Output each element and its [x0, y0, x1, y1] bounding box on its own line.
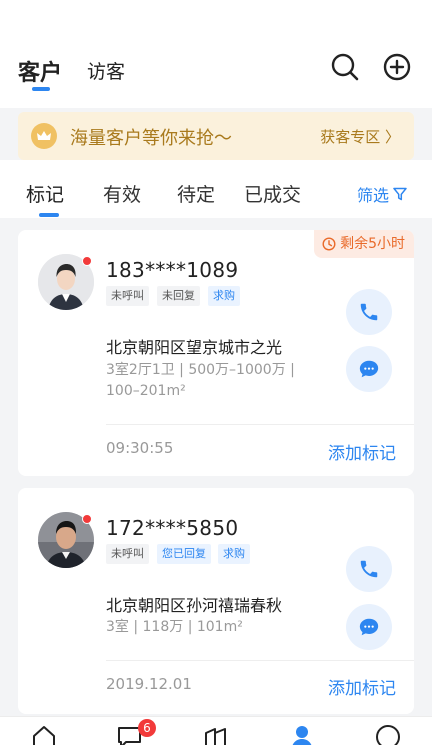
- tag-not-called: 未呼叫: [106, 544, 149, 564]
- property-meta: 3室 | 118万 | 101m²: [106, 619, 243, 635]
- customer-card[interactable]: 172****5850 未呼叫 您已回复 求购 北京朝阳区孙河禧瑞春秋 3室 |…: [18, 488, 414, 714]
- tag-not-replied: 未回复: [157, 286, 200, 306]
- add-circle-icon[interactable]: [382, 52, 412, 82]
- profile-icon[interactable]: [374, 723, 402, 745]
- banner-link[interactable]: 获客专区 〉: [320, 126, 400, 147]
- customer-phone: 183****1089: [106, 258, 239, 282]
- chat-bubble-icon: [359, 360, 379, 378]
- crown-icon: [31, 123, 57, 149]
- active-tab-indicator: [32, 87, 50, 91]
- promo-banner[interactable]: 海量客户等你来抢～ 获客专区 〉: [18, 112, 414, 160]
- funnel-icon: [393, 187, 407, 201]
- add-mark-button[interactable]: 添加标记: [328, 439, 396, 464]
- add-mark-button[interactable]: 添加标记: [328, 674, 396, 699]
- chat-button[interactable]: [346, 346, 392, 392]
- property-meta-area: 100–201m²: [106, 383, 186, 399]
- customer-phone: 172****5850: [106, 516, 239, 540]
- unread-count-badge: 6: [138, 719, 156, 737]
- timestamp: 09:30:55: [106, 439, 174, 457]
- app-header: 客户 访客: [0, 0, 432, 108]
- tag-not-called: 未呼叫: [106, 286, 149, 306]
- call-button[interactable]: [346, 546, 392, 592]
- banner-text: 海量客户等你来抢～: [70, 128, 232, 149]
- phone-icon: [360, 303, 378, 321]
- tab-visitors[interactable]: 访客: [87, 57, 125, 84]
- tab-customers[interactable]: 客户: [18, 55, 62, 87]
- building-icon[interactable]: [202, 723, 230, 745]
- bottom-tab-bar: 6: [0, 716, 432, 745]
- filter-bar: 标记 有效 待定 已成交 筛选: [0, 160, 432, 218]
- filter-tab-marked[interactable]: 标记: [26, 180, 64, 207]
- chat-bubble-icon: [359, 618, 379, 636]
- filter-label: 筛选: [357, 186, 390, 205]
- chat-button[interactable]: [346, 604, 392, 650]
- customer-icon[interactable]: [288, 723, 316, 745]
- phone-icon: [360, 560, 378, 578]
- countdown-badge: 剩余5小时: [314, 230, 414, 258]
- filter-tab-indicator: [39, 213, 59, 217]
- filter-button[interactable]: 筛选: [357, 182, 407, 206]
- customer-card[interactable]: 剩余5小时 183****1089 未呼叫 未回复 求购 北京朝阳区望京城市之光…: [18, 230, 414, 476]
- filter-tab-closed[interactable]: 已成交: [244, 180, 301, 207]
- tab-fade: [310, 160, 350, 218]
- timestamp: 2019.12.01: [106, 675, 192, 693]
- unread-dot: [82, 514, 92, 524]
- tag-replied: 您已回复: [157, 544, 211, 564]
- divider: [106, 424, 414, 425]
- tag-purchase: 求购: [218, 544, 250, 564]
- filter-tab-valid[interactable]: 有效: [103, 180, 141, 207]
- clock-icon: [322, 237, 336, 251]
- call-button[interactable]: [346, 289, 392, 335]
- divider: [106, 660, 414, 661]
- unread-dot: [82, 256, 92, 266]
- customer-address: 北京朝阳区望京城市之光: [106, 338, 283, 357]
- property-meta: 3室2厅1卫 | 500万–1000万 |: [106, 362, 295, 378]
- tag-purchase: 求购: [208, 286, 240, 306]
- search-icon[interactable]: [330, 52, 360, 82]
- customer-address: 北京朝阳区孙河禧瑞春秋: [106, 596, 283, 615]
- filter-tab-pending[interactable]: 待定: [177, 180, 215, 207]
- home-icon[interactable]: [30, 723, 58, 745]
- countdown-text: 剩余5小时: [340, 236, 405, 252]
